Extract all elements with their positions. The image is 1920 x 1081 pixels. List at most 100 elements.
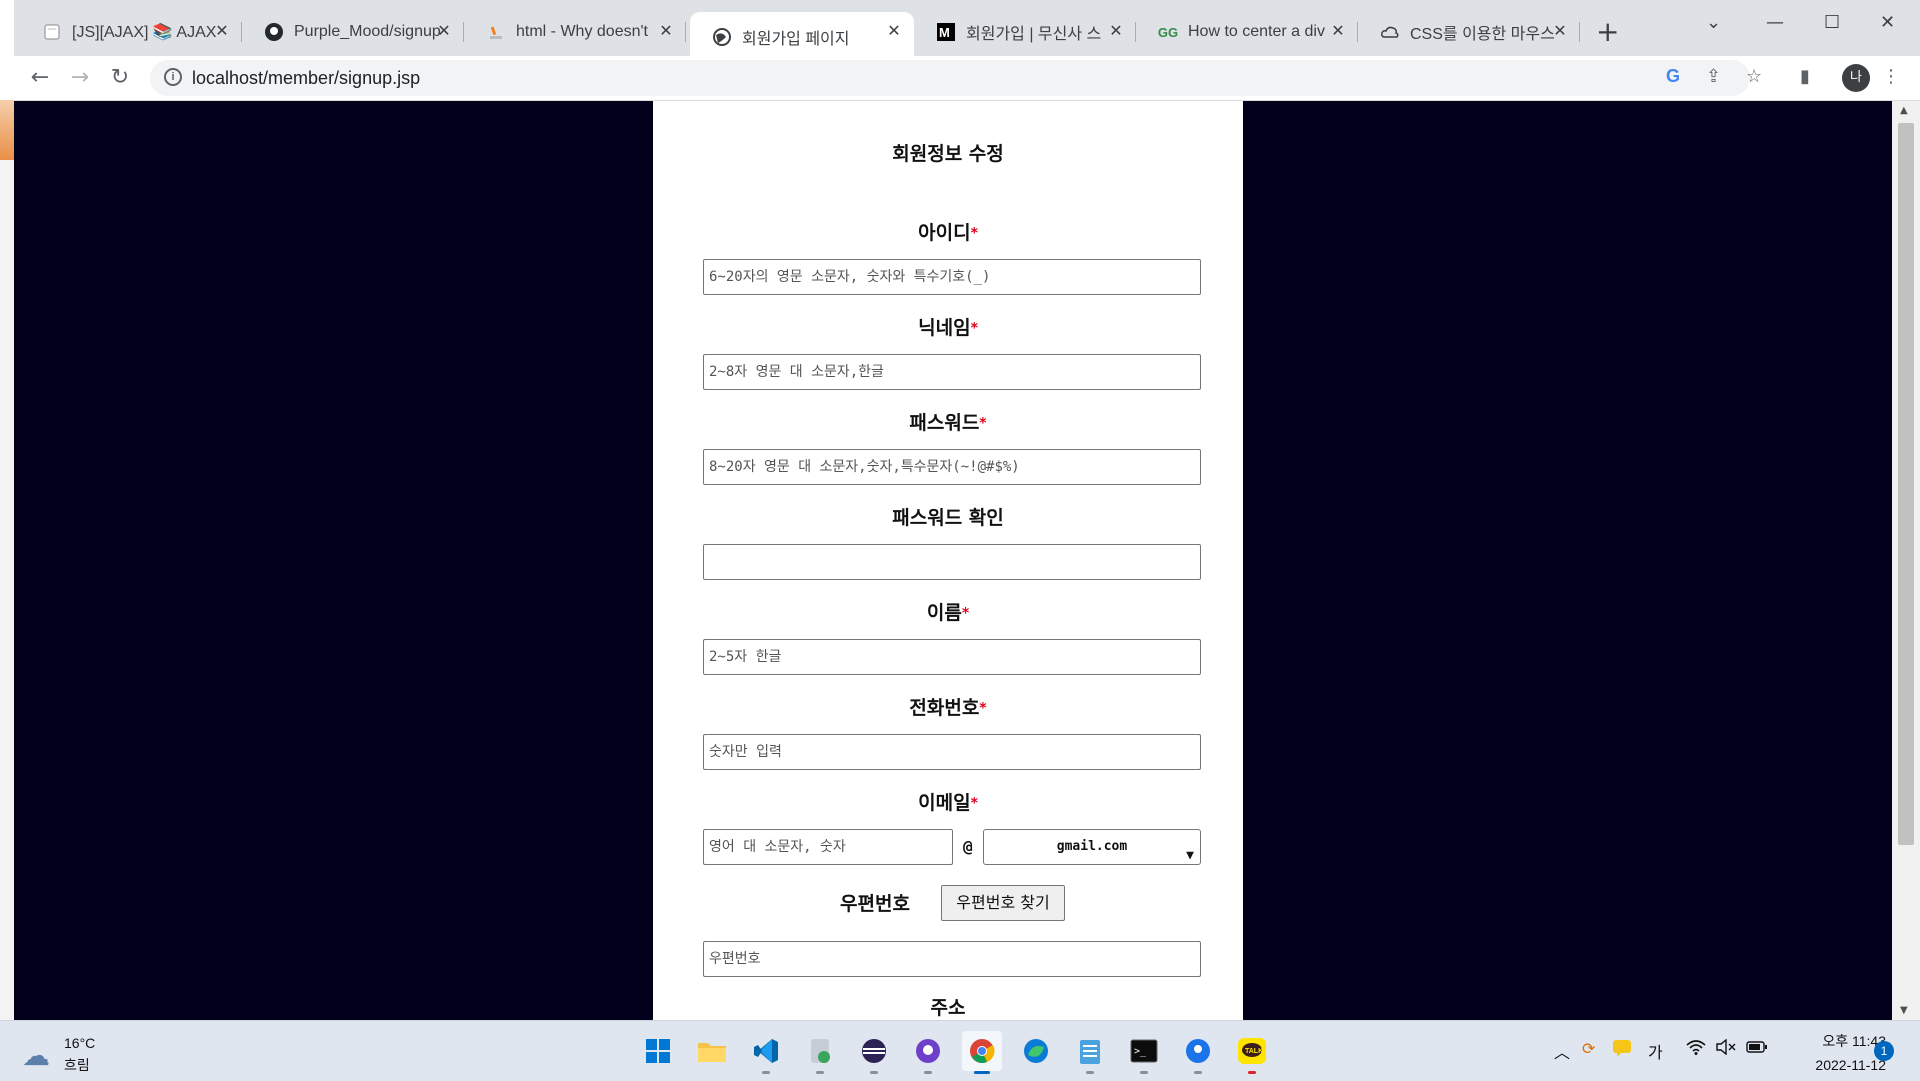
password-confirm-input[interactable] xyxy=(703,544,1201,580)
reload-icon[interactable]: ↻ xyxy=(108,66,132,90)
page-viewport: 회원정보 수정 아이디* 닉네임* 패스워드* 패스워드 확인 이름* 전화번호… xyxy=(14,101,1892,1020)
close-icon[interactable]: ✕ xyxy=(1106,22,1126,42)
tab-title: 회원가입 | 무신사 스 xyxy=(966,26,1102,43)
page-title: 회원정보 수정 xyxy=(892,143,1004,165)
field-label-zipcode: 우편번호 xyxy=(840,893,910,915)
phone-input[interactable] xyxy=(703,734,1201,770)
svg-text:M: M xyxy=(939,25,950,40)
tab-search-chevron-icon[interactable]: ⌄ xyxy=(1706,12,1721,33)
google-translate-icon[interactable]: G xyxy=(1666,66,1680,87)
notification-badge[interactable]: 1 xyxy=(1874,1041,1894,1061)
name-input[interactable] xyxy=(703,639,1201,675)
tab-stackoverflow[interactable]: html - Why doesn't ✕ xyxy=(464,12,686,52)
site-info-icon[interactable]: i xyxy=(164,68,182,86)
new-tab-plus-icon[interactable]: + xyxy=(1596,17,1619,47)
tab-strip: [JS][AJAX] 📚 AJAX ✕ Purple_Mood/signup ✕… xyxy=(14,0,1920,62)
tab-ajax[interactable]: [JS][AJAX] 📚 AJAX ✕ xyxy=(20,12,242,52)
page-scrollbar[interactable]: ▲ ▼ xyxy=(1892,101,1920,1020)
field-label-phone: 전화번호* xyxy=(909,697,987,719)
maps-pin-icon[interactable] xyxy=(1178,1031,1218,1074)
scroll-down-arrow-icon[interactable]: ▼ xyxy=(1900,1005,1908,1016)
id-input[interactable] xyxy=(703,259,1201,295)
close-icon[interactable]: ✕ xyxy=(884,22,904,42)
vscode-icon[interactable] xyxy=(746,1031,786,1074)
chrome-icon[interactable] xyxy=(962,1031,1002,1074)
menu-kebab-icon[interactable]: ⋮ xyxy=(1882,66,1900,87)
github-icon xyxy=(264,22,284,42)
field-label-nickname: 닉네임* xyxy=(918,317,978,339)
kakaotalk-icon[interactable]: TALK xyxy=(1232,1031,1272,1074)
email-local-input[interactable] xyxy=(703,829,953,865)
profile-avatar[interactable]: 나 xyxy=(1842,64,1870,92)
close-icon[interactable]: ✕ xyxy=(1328,22,1348,42)
email-at-sign: @ xyxy=(963,837,973,856)
app-drive-icon[interactable] xyxy=(800,1031,840,1074)
system-clock[interactable]: 오후 11:43 2022-11-12 xyxy=(1780,1031,1886,1073)
field-label-email: 이메일* xyxy=(918,792,978,814)
tab-signup-active[interactable]: 회원가입 페이지 ✕ xyxy=(690,12,914,62)
github-desktop-icon[interactable] xyxy=(908,1031,948,1074)
scrollbar-thumb[interactable] xyxy=(1898,123,1914,845)
cloud-icon xyxy=(1380,22,1400,42)
svg-text:>_: >_ xyxy=(1134,1046,1147,1057)
tab-title: CSS를 이용한 마우스 xyxy=(1410,26,1555,43)
close-icon[interactable]: ✕ xyxy=(434,22,454,42)
tab-css-mouse[interactable]: CSS를 이용한 마우스 ✕ xyxy=(1358,12,1580,52)
close-icon[interactable]: ✕ xyxy=(1550,22,1570,42)
bookmark-star-icon[interactable]: ☆ xyxy=(1746,66,1762,87)
chat-bubble-icon[interactable] xyxy=(1612,1039,1632,1061)
window-close-icon[interactable]: ✕ xyxy=(1880,12,1895,33)
battery-icon[interactable] xyxy=(1746,1039,1768,1058)
close-icon[interactable]: ✕ xyxy=(212,22,232,42)
tab-github[interactable]: Purple_Mood/signup ✕ xyxy=(242,12,464,52)
volume-muted-icon[interactable] xyxy=(1716,1038,1738,1059)
tab-title: html - Why doesn't xyxy=(516,23,648,40)
signup-form-panel: 회원정보 수정 아이디* 닉네임* 패스워드* 패스워드 확인 이름* 전화번호… xyxy=(653,101,1243,1020)
notebook-icon xyxy=(42,22,62,42)
tab-title: How to center a div xyxy=(1188,23,1325,40)
share-icon[interactable]: ⇪ xyxy=(1706,66,1721,87)
scroll-up-arrow-icon[interactable]: ▲ xyxy=(1900,105,1908,116)
side-panel-icon[interactable]: ▮ xyxy=(1800,66,1810,87)
cloud-weather-icon: ☁ xyxy=(22,1040,50,1071)
email-domain-selected: gmail.com xyxy=(1056,839,1128,854)
field-label-password: 패스워드* xyxy=(909,412,987,434)
field-label-address: 주소 xyxy=(930,997,966,1019)
sync-icon[interactable]: ⟳ xyxy=(1582,1039,1595,1058)
terminal-icon[interactable]: >_ xyxy=(1124,1031,1164,1074)
svg-text:TALK: TALK xyxy=(1245,1048,1263,1055)
wifi-icon[interactable] xyxy=(1686,1039,1706,1059)
nickname-input[interactable] xyxy=(703,354,1201,390)
browser-toolbar: ← → ↻ i localhost/member/signup.jsp G ⇪ … xyxy=(14,56,1920,101)
musinsa-icon: M xyxy=(936,22,956,42)
zipcode-input[interactable] xyxy=(703,941,1201,977)
minimize-icon[interactable]: — xyxy=(1766,12,1784,33)
eclipse-icon[interactable] xyxy=(854,1031,894,1074)
tab-title: [JS][AJAX] 📚 AJAX xyxy=(72,24,217,41)
browser-window: [JS][AJAX] 📚 AJAX ✕ Purple_Mood/signup ✕… xyxy=(14,0,1920,1020)
tab-gfg[interactable]: GG How to center a div ✕ xyxy=(1136,12,1358,52)
tab-musinsa[interactable]: M 회원가입 | 무신사 스 ✕ xyxy=(914,12,1136,52)
weather-condition: 흐림 xyxy=(64,1057,90,1073)
field-label-password-confirm: 패스워드 확인 xyxy=(892,507,1004,529)
notepad-icon[interactable] xyxy=(1070,1031,1110,1074)
desktop-background xyxy=(0,100,14,1020)
start-windows-icon[interactable] xyxy=(638,1031,678,1071)
password-input[interactable] xyxy=(703,449,1201,485)
address-bar[interactable]: i localhost/member/signup.jsp xyxy=(150,60,1750,96)
globe-icon xyxy=(712,27,732,47)
chevron-up-icon[interactable]: ︿ xyxy=(1554,1039,1570,1063)
file-explorer-icon[interactable] xyxy=(692,1031,732,1071)
find-zipcode-button[interactable]: 우편번호 찾기 xyxy=(941,885,1065,921)
email-domain-select[interactable]: gmail.com ▼ xyxy=(983,829,1201,865)
back-arrow-icon[interactable]: ← xyxy=(28,66,52,90)
clock-date: 2022-11-12 xyxy=(1815,1057,1886,1073)
forward-arrow-icon[interactable]: → xyxy=(68,66,92,90)
ime-indicator[interactable]: 가 xyxy=(1648,1039,1663,1063)
maximize-icon[interactable]: ☐ xyxy=(1824,12,1840,33)
gfg-icon: GG xyxy=(1157,24,1179,40)
edge-icon[interactable] xyxy=(1016,1031,1056,1071)
close-icon[interactable]: ✕ xyxy=(656,22,676,42)
tab-title: 회원가입 페이지 xyxy=(742,31,850,48)
url-text: localhost/member/signup.jsp xyxy=(192,68,421,88)
